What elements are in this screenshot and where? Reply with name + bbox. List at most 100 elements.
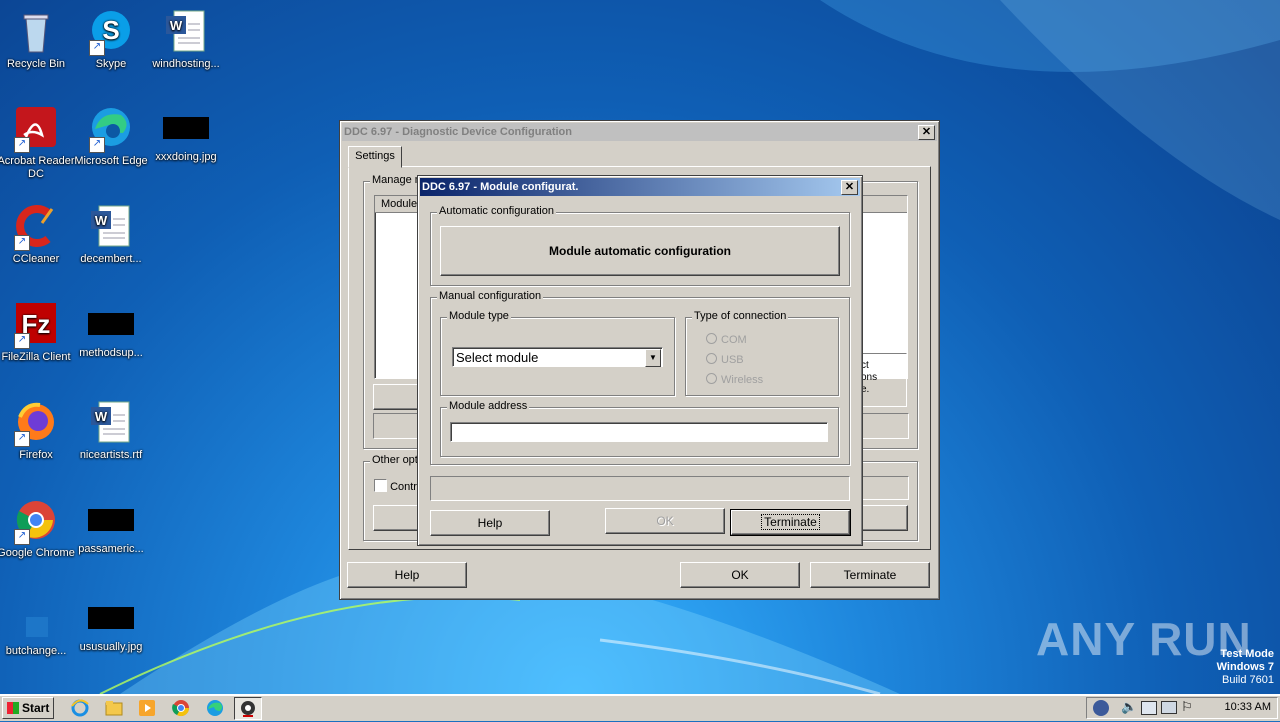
desktop-icon-label: methodsup...: [79, 347, 143, 359]
main-help-label: Help: [394, 568, 420, 582]
file-explorer-icon[interactable]: [104, 698, 124, 718]
desktop-icon-windhosting[interactable]: W windhosting...: [147, 8, 225, 71]
shortcut-arrow-icon: ↗: [14, 333, 30, 349]
desktop-icon-edge[interactable]: ↗ Microsoft Edge: [72, 105, 150, 168]
module-ok-button[interactable]: OK: [605, 508, 725, 534]
desktop-icon-chrome[interactable]: ↗ Google Chrome: [0, 497, 75, 560]
ccleaner-icon: ↗: [12, 203, 60, 251]
acrobat-icon: ↗: [12, 105, 60, 153]
windows-flag-icon: [7, 702, 19, 714]
shortcut-arrow-icon: ↗: [89, 137, 105, 153]
main-window-close-button[interactable]: ✕: [918, 125, 935, 140]
volume-icon[interactable]: 🔈: [1121, 699, 1137, 715]
chrome-icon[interactable]: [171, 698, 191, 718]
module-terminate-label: Terminate: [761, 514, 820, 530]
network-status-icon[interactable]: [1093, 700, 1109, 716]
shortcut-arrow-icon: ↗: [14, 529, 30, 545]
recycle-bin-icon: [12, 8, 60, 56]
internet-explorer-icon[interactable]: [70, 698, 90, 718]
desktop-icon-label: decembert...: [80, 253, 142, 265]
svg-text:W: W: [95, 213, 108, 228]
desktop-icon-label: Google Chrome: [0, 547, 75, 559]
other-options-legend: Other opti: [370, 454, 423, 466]
shortcut-arrow-icon: ↗: [14, 235, 30, 251]
desktop-icon-firefox[interactable]: ↗ Firefox: [0, 399, 75, 462]
module-dialog-close-button[interactable]: ✕: [841, 180, 858, 195]
control-checkbox[interactable]: [374, 479, 387, 492]
desktop-icon-ususually[interactable]: ususually.jpg: [72, 595, 150, 654]
control-checkbox-row[interactable]: Contr: [374, 479, 417, 493]
desktop-icon-label: Recycle Bin: [6, 58, 66, 70]
desktop-icon-methodsup[interactable]: methodsup...: [72, 301, 150, 360]
desktop-icon-butchange[interactable]: butchange...: [0, 595, 75, 658]
start-label: Start: [22, 701, 50, 715]
automatic-config-legend: Automatic configuration: [437, 205, 556, 217]
svg-text:W: W: [170, 18, 183, 33]
manual-config-legend: Manual configuration: [437, 290, 544, 302]
module-type-select-value: Select module: [456, 350, 539, 365]
blue-file-icon: [12, 595, 60, 643]
word-document-icon: W: [87, 399, 135, 447]
module-help-button[interactable]: Help: [430, 510, 550, 536]
ddc-app-taskbar-icon[interactable]: [234, 697, 262, 720]
main-ok-button[interactable]: OK: [680, 562, 800, 588]
module-dialog-status-bar: [430, 476, 850, 501]
chevron-down-icon[interactable]: ▼: [645, 349, 661, 367]
edge-icon[interactable]: [205, 698, 225, 718]
radio-usb-label: USB: [721, 354, 744, 366]
module-terminate-button[interactable]: Terminate: [730, 509, 851, 536]
radio-button-icon: [706, 333, 717, 344]
desktop-icon-label: Firefox: [19, 449, 53, 461]
test-mode-watermark: Test Mode Windows 7 Build 7601: [1217, 648, 1274, 687]
radio-button-icon: [706, 353, 717, 364]
display-icon[interactable]: [1161, 701, 1177, 714]
image-thumbnail: [88, 607, 134, 629]
firefox-icon: ↗: [12, 399, 60, 447]
radio-wireless[interactable]: Wireless: [706, 373, 763, 386]
desktop-icon-label: ususually.jpg: [79, 641, 143, 653]
image-thumbnail: [163, 117, 209, 139]
desktop-icon-label: niceartists.rtf: [79, 449, 143, 461]
module-automatic-config-button[interactable]: Module automatic configuration: [440, 226, 840, 276]
start-button[interactable]: Start: [2, 697, 54, 719]
watermark-line3: Build 7601: [1222, 674, 1274, 686]
desktop-icon-ccleaner[interactable]: ↗ CCleaner: [0, 203, 75, 266]
desktop-icon-acrobat[interactable]: ↗ Acrobat Reader DC: [0, 105, 75, 181]
column-header-module: Module: [381, 198, 418, 210]
tab-settings[interactable]: Settings: [348, 146, 402, 168]
module-dialog-titlebar[interactable]: DDC 6.97 - Module configurat. ✕: [420, 178, 860, 196]
filezilla-icon: Fz ↗: [12, 301, 60, 349]
desktop-icon-filezilla[interactable]: Fz ↗ FileZilla Client: [0, 301, 75, 364]
action-center-flag-icon[interactable]: ⚐: [1181, 699, 1193, 715]
main-window-title: DDC 6.97 - Diagnostic Device Configurati…: [344, 126, 572, 138]
word-document-icon: W: [162, 8, 210, 56]
main-help-button[interactable]: Help: [347, 562, 467, 588]
system-tray: 🔈 ⚐ 10:33 AM: [1086, 697, 1278, 719]
desktop-icon-skype[interactable]: S ↗ Skype: [72, 8, 150, 71]
module-automatic-config-label: Module automatic configuration: [549, 244, 731, 258]
network-icon[interactable]: [1141, 701, 1157, 715]
desktop-icon-xxxdoing[interactable]: xxxdoing.jpg: [147, 105, 225, 164]
main-terminate-label: Terminate: [843, 568, 897, 582]
system-clock[interactable]: 10:33 AM: [1225, 701, 1271, 713]
desktop-icon-label: FileZilla Client: [1, 351, 71, 363]
main-ok-label: OK: [731, 568, 749, 582]
desktop-icon-passameric[interactable]: passameric...: [72, 497, 150, 556]
module-ok-label: OK: [656, 514, 674, 528]
desktop-icon-label: xxxdoing.jpg: [155, 151, 217, 163]
module-type-select[interactable]: Select module ▼: [452, 347, 663, 367]
radio-usb[interactable]: USB: [706, 353, 744, 366]
media-player-icon[interactable]: [137, 698, 157, 718]
module-address-legend: Module address: [447, 400, 530, 412]
main-window-titlebar[interactable]: DDC 6.97 - Diagnostic Device Configurati…: [342, 123, 937, 141]
module-config-dialog: DDC 6.97 - Module configurat. ✕ Automati…: [417, 175, 863, 546]
desktop-icon-decembert[interactable]: W decembert...: [72, 203, 150, 266]
module-address-input[interactable]: [450, 422, 828, 442]
module-type-legend: Module type: [447, 310, 511, 322]
main-terminate-button[interactable]: Terminate: [810, 562, 930, 588]
desktop-icon-niceartists[interactable]: W niceartists.rtf: [72, 399, 150, 462]
desktop-icon-recycle-bin[interactable]: Recycle Bin: [0, 8, 75, 71]
radio-com-label: COM: [721, 334, 747, 346]
info-text-line: ons: [861, 372, 878, 383]
radio-com[interactable]: COM: [706, 333, 747, 346]
